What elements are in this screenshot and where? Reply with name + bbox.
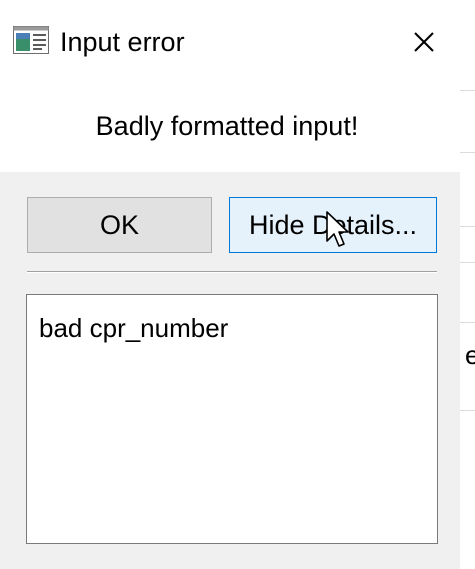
window-title: Input error (60, 27, 185, 57)
close-button[interactable] (396, 20, 452, 64)
background-line (460, 322, 475, 323)
background-line (460, 90, 475, 91)
background-text: e (465, 340, 475, 370)
application-window-icon (13, 26, 49, 54)
background-line (460, 152, 475, 153)
details-text-area[interactable]: bad cpr_number (26, 294, 438, 544)
background-line (460, 262, 475, 263)
input-error-dialog: Input error Badly formatted input! OK Hi… (0, 0, 460, 569)
ok-button[interactable]: OK (27, 197, 212, 253)
separator-highlight (27, 272, 437, 273)
title-bar: Input error (0, 0, 460, 84)
background-line (460, 410, 475, 411)
background-window-edge: e (460, 0, 475, 569)
background-line (460, 226, 475, 227)
close-icon (414, 32, 434, 52)
error-message: Badly formatted input! (95, 111, 359, 141)
hide-details-button[interactable]: Hide Details... (229, 197, 437, 253)
dialog-header-area: Input error Badly formatted input! (0, 0, 460, 172)
